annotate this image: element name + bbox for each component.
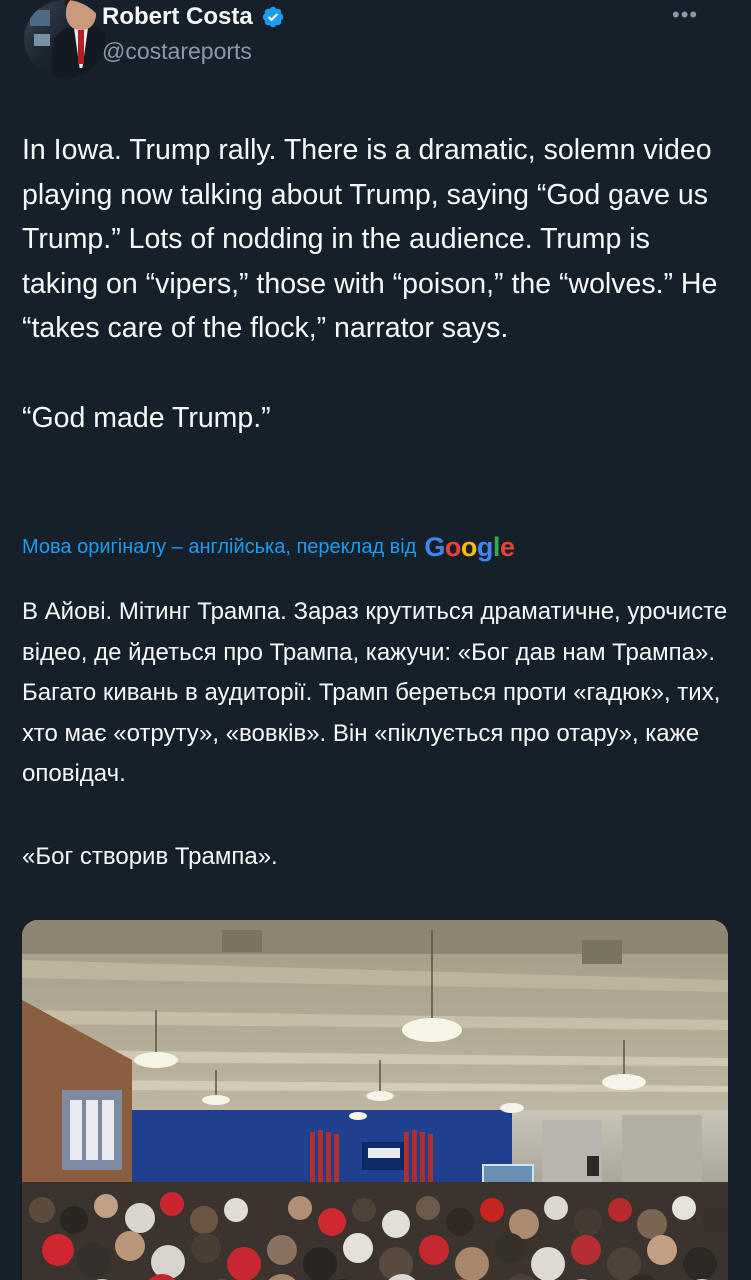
author-handle[interactable]: @costareports <box>102 38 252 65</box>
tweet-photo[interactable] <box>22 920 728 1280</box>
translated-text-paragraph: В Айові. Мітинг Трампа. Зараз крутиться … <box>22 598 734 787</box>
avatar[interactable] <box>24 0 106 78</box>
more-options-button[interactable]: ••• <box>672 2 698 28</box>
author-name-row[interactable]: Robert Costa <box>102 3 285 31</box>
rally-photo-image <box>22 920 728 1280</box>
author-name[interactable]: Robert Costa <box>102 3 253 31</box>
verified-badge-icon <box>262 6 283 28</box>
tweet-text: In Iowa. Trump rally. There is a dramati… <box>22 134 718 434</box>
translation-label[interactable]: Мова оригіналу – англійська, переклад ві… <box>22 536 416 559</box>
translated-text-paragraph: «Бог створив Трампа». <box>22 843 278 870</box>
translation-attribution[interactable]: Мова оригіналу – англійська, переклад ві… <box>22 532 515 563</box>
google-logo: Google <box>424 532 515 562</box>
